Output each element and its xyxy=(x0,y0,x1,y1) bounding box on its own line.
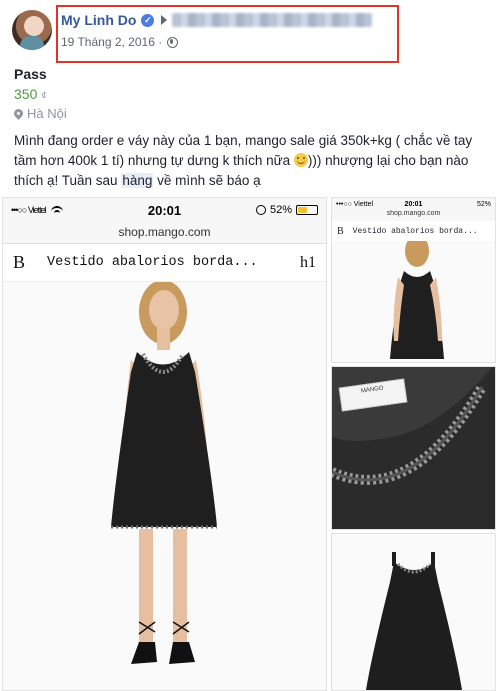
blurred-group-name[interactable] xyxy=(172,13,373,27)
price-currency: ₫ xyxy=(41,91,47,102)
location-text: Hà Nội xyxy=(27,106,67,121)
dress-flat-image xyxy=(332,534,495,690)
phone-status-bar: •••○○ Viettel 20:01 52% xyxy=(3,198,326,222)
listing-location: Hà Nội xyxy=(12,106,67,121)
thumb-status-bar: •••○○ Viettel 20:01 52% xyxy=(332,198,495,210)
location-pin-icon xyxy=(12,107,25,120)
author-name-link[interactable]: My Linh Do xyxy=(61,12,136,28)
thumb-product-header: B Vestido abalorios borda... xyxy=(332,221,495,241)
author-row: My Linh Do ✓ xyxy=(61,12,373,28)
listing-price: 350 ₫ xyxy=(14,86,46,102)
thumb-brand-logo: B xyxy=(337,225,344,237)
smile-emoji-icon xyxy=(293,153,308,167)
post-text-part3: về mình sẽ báo ạ xyxy=(153,173,261,188)
product-name: Vestido abalorios borda... xyxy=(47,255,258,270)
thumb-product-name: Vestido abalorios borda... xyxy=(352,226,478,236)
thumbnail-photo-2[interactable]: MANGO xyxy=(331,366,496,530)
thumb-url: shop.mango.com xyxy=(332,210,495,221)
shopping-bag-icon: h1 xyxy=(300,253,316,271)
author-avatar[interactable] xyxy=(12,10,52,50)
listing-title: Pass xyxy=(14,66,47,82)
thumb-time: 20:01 xyxy=(404,200,423,208)
thumbnail-photo-1[interactable]: •••○○ Viettel 20:01 52% shop.mango.com B… xyxy=(331,197,496,363)
arrow-right-icon xyxy=(161,15,168,25)
globe-privacy-icon[interactable] xyxy=(167,36,179,48)
highlighted-word[interactable]: hàng xyxy=(121,173,154,188)
verified-badge-icon: ✓ xyxy=(141,13,155,27)
product-image-model xyxy=(3,280,326,690)
price-value: 350 xyxy=(14,86,38,102)
status-time: 20:01 xyxy=(147,202,182,218)
url-bar: shop.mango.com xyxy=(3,222,326,244)
product-page-header: B Vestido abalorios borda... h1 xyxy=(3,244,326,282)
post-body-text: Mình đang order e váy này của 1 bạn, man… xyxy=(14,131,494,191)
thumbnail-photo-3[interactable] xyxy=(331,533,496,691)
post-meta: 19 Tháng 2, 2016 · xyxy=(61,35,179,49)
thumb-model-image xyxy=(332,235,495,362)
brand-logo: B xyxy=(13,252,26,272)
post-date-link[interactable]: 19 Tháng 2, 2016 · xyxy=(61,35,162,49)
main-photo[interactable]: •••○○ Viettel 20:01 52% shop.mango.com B… xyxy=(2,197,327,691)
